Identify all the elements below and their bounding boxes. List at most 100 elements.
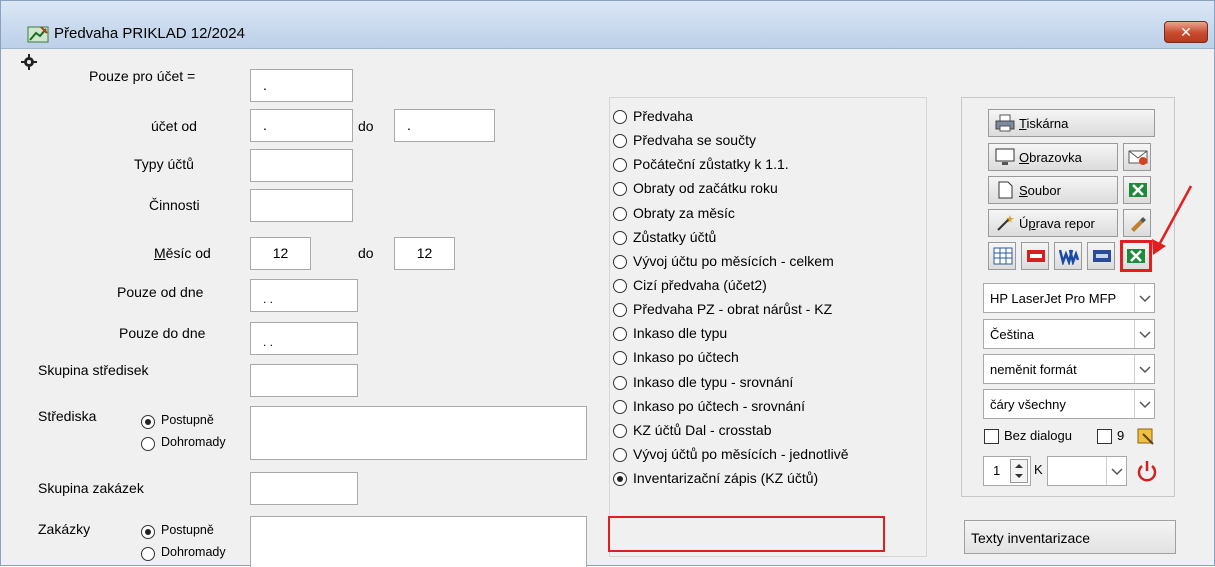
report-radio[interactable] — [613, 376, 627, 390]
strediska-dohromady-label: Dohromady — [161, 435, 226, 449]
app-icon — [27, 26, 49, 43]
obrazovka-label-rest: brazovka — [1029, 150, 1082, 165]
selected-option-highlight — [608, 516, 885, 552]
email-icon — [1128, 150, 1148, 165]
mesic-od-accel: M — [154, 245, 166, 261]
title-bar: Předvaha PRIKLAD 12/2024 ✕ — [1, 1, 1214, 49]
skupina-zakazek-input[interactable] — [250, 472, 358, 505]
settings-key-icon[interactable] — [1135, 426, 1157, 446]
tiskarna-button[interactable]: Tiskárna — [988, 109, 1155, 137]
uprava-pre: Ú — [1019, 216, 1029, 231]
dialog-window: Předvaha PRIKLAD 12/2024 ✕ Pouze pro úče… — [0, 0, 1215, 567]
zakazky-postupne-label: Postupně — [161, 523, 214, 537]
copies-value: 1 — [993, 463, 1001, 478]
report-option-label: Obraty za měsíc — [633, 205, 735, 221]
language-select[interactable]: Čeština — [983, 319, 1155, 349]
pdf-export-button[interactable] — [1021, 242, 1049, 270]
uprava-accel: p — [1028, 216, 1036, 231]
ucet-do-label: do — [358, 118, 374, 134]
strediska-postupne-radio[interactable] — [141, 415, 155, 429]
ucet-od-label: účet od — [151, 118, 197, 134]
zakazky-label: Zakázky — [38, 521, 91, 537]
report-radio[interactable] — [613, 255, 627, 269]
obrazovka-accel: O — [1019, 150, 1030, 165]
spin-arrows-icon[interactable] — [1010, 459, 1028, 483]
soubor-button[interactable]: Soubor — [988, 176, 1118, 204]
report-radio[interactable] — [613, 158, 627, 172]
table-icon — [993, 247, 1013, 265]
report-radio[interactable] — [613, 207, 627, 221]
format-select[interactable]: neměnit formát — [983, 354, 1155, 384]
skupina-stredisek-input[interactable] — [250, 364, 358, 397]
skupina-stredisek-label: Skupina středisek — [38, 362, 149, 378]
strediska-label: Střediska — [38, 408, 97, 424]
report-radio[interactable] — [613, 182, 627, 196]
report-option-label: Cizí předvaha (účet2) — [633, 277, 767, 293]
obrazovka-button[interactable]: Obrazovka — [988, 143, 1118, 171]
report-radio-selected[interactable] — [613, 472, 627, 486]
report-radio[interactable] — [613, 424, 627, 438]
report-option-label: Inkaso dle typu - srovnání — [633, 374, 794, 390]
cinnosti-label: Činnosti — [149, 197, 200, 213]
report-radio[interactable] — [613, 351, 627, 365]
nine-label: 9 — [1117, 428, 1125, 443]
strediska-dohromady-radio[interactable] — [141, 437, 155, 451]
report-radio[interactable] — [613, 400, 627, 414]
cinnosti-input[interactable] — [250, 189, 353, 222]
tiskarna-label-rest: iskárna — [1026, 116, 1069, 131]
k-label: K — [1034, 462, 1043, 477]
uprava-reportu-button[interactable]: Úprava repor — [988, 209, 1118, 237]
close-icon[interactable]: ✕ — [1180, 24, 1192, 40]
ucet-do-input[interactable]: . — [394, 109, 495, 142]
report-radio[interactable] — [613, 134, 627, 148]
pouze-do-dne-input[interactable]: . . — [250, 322, 358, 355]
bez-dialogu-label: Bez dialogu — [1004, 428, 1072, 443]
printer-select[interactable]: HP LaserJet Pro MFP — [983, 283, 1155, 313]
close-button[interactable]: ✕ — [1164, 21, 1208, 43]
report-radio[interactable] — [613, 303, 627, 317]
report-radio[interactable] — [613, 110, 627, 124]
word-icon — [1059, 249, 1079, 265]
report-radio[interactable] — [613, 448, 627, 462]
strediska-postupne-label: Postupně — [161, 413, 214, 427]
email-button[interactable] — [1123, 143, 1151, 171]
mesic-do-input[interactable]: 12 — [394, 237, 455, 270]
chevron-down-icon[interactable] — [1134, 320, 1154, 348]
copies-spinner[interactable]: 1 — [983, 456, 1031, 486]
texty-inventarizace-button[interactable]: Texty inventarizace — [964, 520, 1176, 554]
soubor-label-rest: oubor — [1027, 183, 1061, 198]
chevron-down-icon[interactable] — [1134, 390, 1154, 418]
typy-uctu-input[interactable] — [250, 149, 353, 182]
report-radio[interactable] — [613, 279, 627, 293]
table-export-button[interactable] — [988, 242, 1016, 270]
report-option-label: KZ účtů Dal - crosstab — [633, 422, 772, 438]
chevron-down-icon[interactable] — [1106, 457, 1126, 485]
mesic-od-input[interactable]: 12 — [250, 237, 311, 270]
zakazky-dohromady-radio[interactable] — [141, 547, 155, 561]
report-radio[interactable] — [613, 231, 627, 245]
nine-checkbox[interactable] — [1097, 429, 1112, 444]
bez-dialogu-checkbox[interactable] — [984, 429, 999, 444]
zakazky-textarea[interactable] — [250, 516, 587, 567]
lines-select-value: čáry všechny — [990, 397, 1066, 412]
lines-select[interactable]: čáry všechny — [983, 389, 1155, 419]
power-icon[interactable] — [1135, 458, 1159, 484]
pouze-ucet-input[interactable]: . — [250, 69, 353, 102]
soubor-label: Soubor — [1019, 183, 1061, 198]
pdf-icon — [1027, 250, 1045, 262]
window-title: Předvaha PRIKLAD 12/2024 — [54, 25, 245, 42]
ucet-od-input[interactable]: . — [250, 109, 353, 142]
gear-icon[interactable] — [21, 54, 37, 70]
pouze-od-dne-input[interactable]: . . — [250, 279, 358, 312]
word-export-button[interactable] — [1054, 242, 1082, 270]
strediska-textarea[interactable] — [250, 406, 587, 460]
report-option-label: Předvaha se součty — [633, 132, 756, 148]
html-export-button[interactable] — [1087, 242, 1115, 270]
printer-select-value: HP LaserJet Pro MFP — [990, 291, 1117, 306]
chevron-down-icon[interactable] — [1134, 284, 1154, 312]
report-radio[interactable] — [613, 327, 627, 341]
chevron-down-icon[interactable] — [1134, 355, 1154, 383]
zakazky-postupne-radio[interactable] — [141, 525, 155, 539]
k-select[interactable] — [1047, 456, 1127, 486]
pouze-ucet-label: Pouze pro účet = — [89, 68, 196, 84]
